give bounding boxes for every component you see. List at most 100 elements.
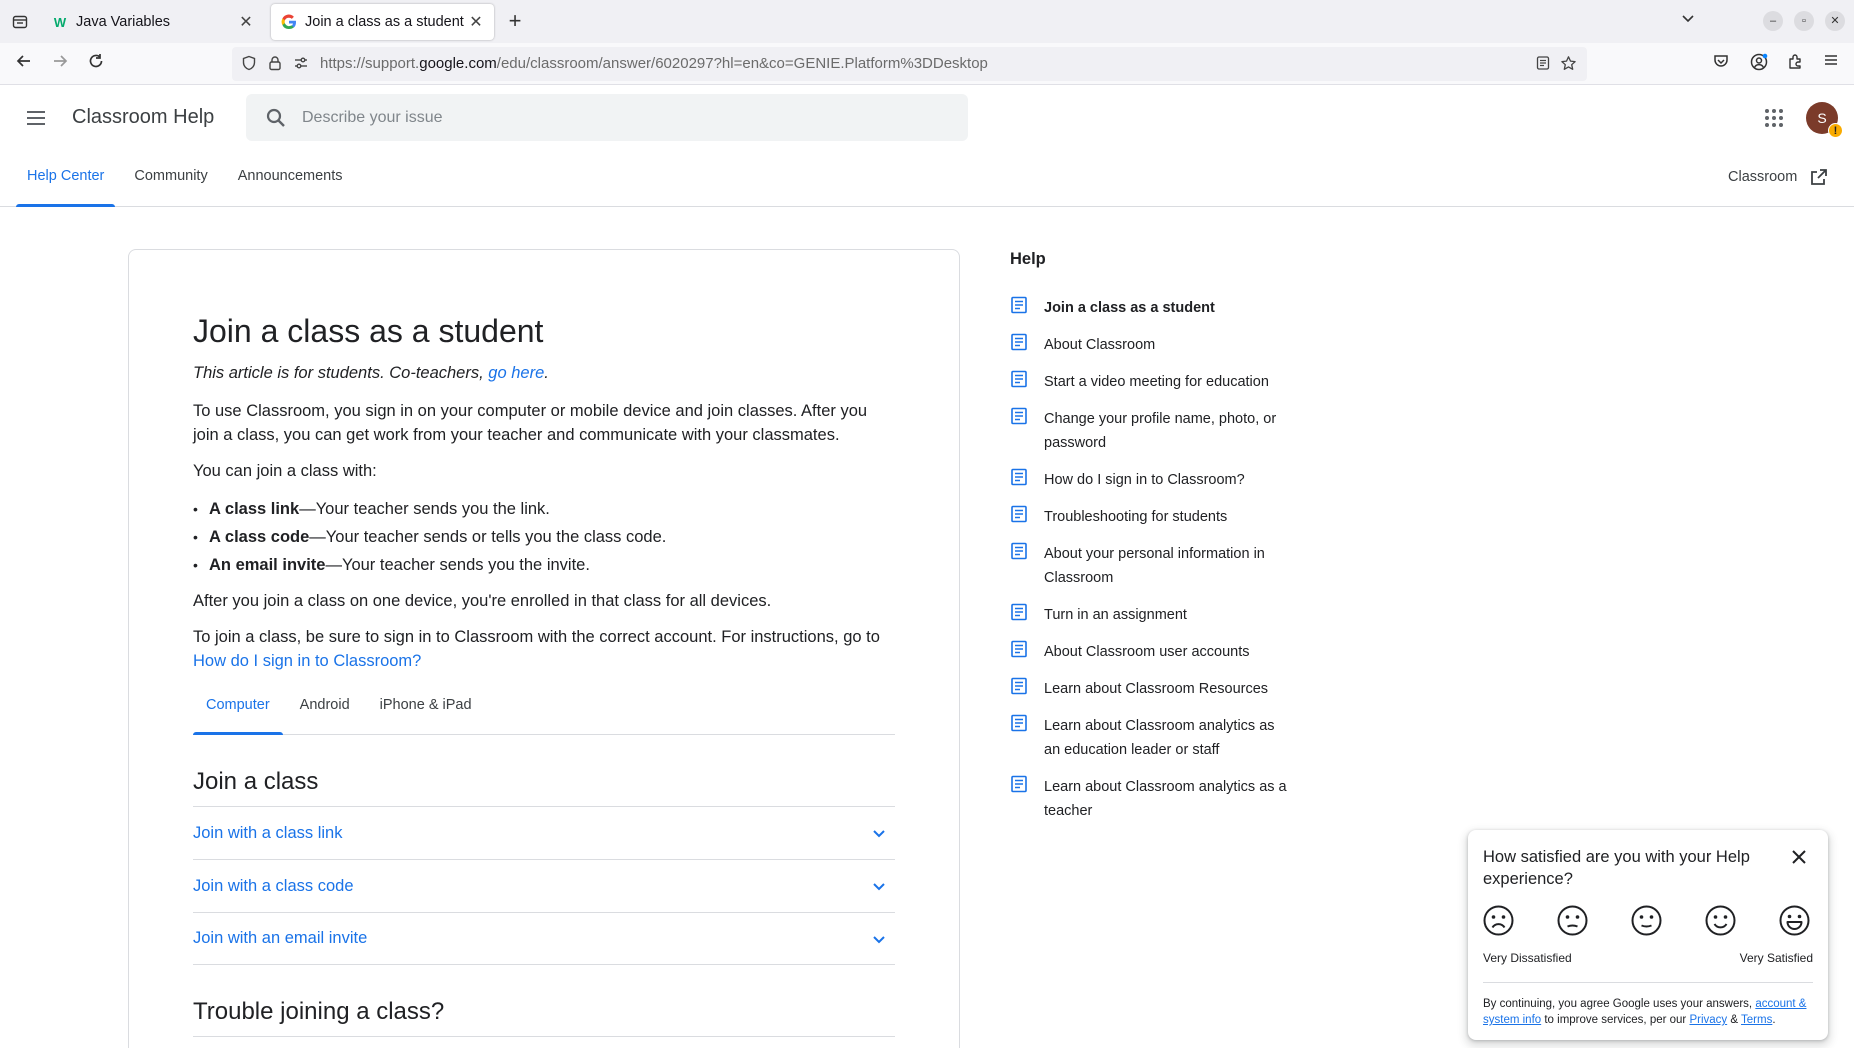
account-icon[interactable]	[1747, 52, 1771, 76]
tab-announcements[interactable]: Announcements	[227, 159, 354, 207]
sidebar-item-label: Learn about Classroom Resources	[1044, 681, 1269, 697]
search-icon[interactable]	[264, 106, 288, 130]
url-text[interactable]: https://support.google.com/edu/classroom…	[320, 55, 988, 72]
sign-in-help-link[interactable]: How do I sign in to Classroom?	[193, 652, 421, 670]
avatar[interactable]: S !	[1806, 102, 1843, 138]
satisfaction-survey: How satisfied are you with your Help exp…	[1468, 830, 1828, 1040]
tab-help-center[interactable]: Help Center	[16, 159, 116, 207]
sidebar-item-label: How do I sign in to Classroom?	[1044, 472, 1245, 488]
join-methods-list: A class link—Your teacher sends you the …	[193, 495, 895, 579]
reload-icon[interactable]	[84, 52, 108, 76]
accordion-join-with-email[interactable]: Join with an email invite	[193, 912, 895, 965]
browser-tab-join-class[interactable]: Join a class as a student - ✕	[271, 4, 494, 40]
sidebar-item[interactable]: Troubleshooting for students	[1010, 505, 1310, 529]
article-icon	[1010, 505, 1028, 523]
neutral-face-icon[interactable]	[1630, 904, 1663, 937]
sidebar-list: Join a class as a student About Classroom…	[1010, 296, 1310, 823]
privacy-link[interactable]: Privacy	[1689, 1014, 1727, 1026]
address-bar[interactable]: https://support.google.com/edu/classroom…	[232, 47, 1587, 81]
search-box[interactable]	[246, 94, 968, 141]
w3schools-favicon-icon: W	[53, 14, 67, 30]
sidebar-item[interactable]: Turn in an assignment	[1010, 603, 1310, 627]
section-divider	[193, 1036, 895, 1037]
sidebar-title: Help	[1010, 250, 1046, 268]
tab-android[interactable]: Android	[287, 688, 363, 734]
tab-title: Java Variables	[76, 14, 171, 30]
accordion-join-with-link[interactable]: Join with a class link	[193, 806, 895, 859]
sidebar-item-label: Learn about Classroom analytics as an ed…	[1044, 718, 1275, 758]
google-favicon-icon	[281, 14, 297, 30]
extensions-icon[interactable]	[1783, 52, 1807, 76]
open-external-icon	[1809, 167, 1829, 187]
help-center-header: Classroom Help S ! Help Center Community…	[0, 85, 1854, 207]
warning-badge-icon: !	[1828, 123, 1843, 138]
sidebar-item[interactable]: Learn about Classroom analytics as a tea…	[1010, 775, 1310, 823]
sidebar-item-label: About Classroom user accounts	[1044, 644, 1250, 660]
article-icon	[1010, 677, 1028, 695]
very-dissatisfied-face-icon[interactable]	[1482, 904, 1515, 937]
close-icon[interactable]	[1790, 848, 1808, 866]
sidebar-item[interactable]: How do I sign in to Classroom?	[1010, 468, 1310, 492]
lock-icon[interactable]	[266, 55, 284, 73]
restore-window-icon[interactable]: ▫	[1794, 11, 1814, 31]
url-domain: google.com	[419, 55, 497, 72]
sidebar-item[interactable]: Start a video meeting for education	[1010, 370, 1310, 394]
sidebar-item[interactable]: About your personal information in Class…	[1010, 542, 1310, 590]
bookmark-star-icon[interactable]	[1559, 55, 1577, 73]
tab-computer[interactable]: Computer	[193, 688, 283, 735]
tab-community[interactable]: Community	[123, 159, 218, 207]
satisfied-face-icon[interactable]	[1704, 904, 1737, 937]
article-icon	[1010, 714, 1028, 732]
close-window-icon[interactable]: ✕	[1825, 11, 1845, 31]
co-teacher-link[interactable]: go here	[488, 364, 544, 382]
back-icon[interactable]	[12, 52, 36, 76]
label-very-dissatisfied: Very Dissatisfied	[1483, 951, 1572, 965]
minimize-window-icon[interactable]: –	[1763, 11, 1783, 31]
article-title: Join a class as a student	[193, 313, 544, 349]
forward-icon[interactable]	[48, 52, 72, 76]
accordion-label: Join with an email invite	[193, 929, 368, 947]
sidebar-item[interactable]: Learn about Classroom analytics as an ed…	[1010, 714, 1310, 762]
sidebar-item[interactable]: About Classroom user accounts	[1010, 640, 1310, 664]
accordion-join-with-code[interactable]: Join with a class code	[193, 859, 895, 912]
sidebar-item[interactable]: Change your profile name, photo, or pass…	[1010, 407, 1310, 455]
permissions-icon[interactable]	[292, 55, 310, 73]
sidebar-item-label: Learn about Classroom analytics as a tea…	[1044, 779, 1287, 819]
list-item: A class link—Your teacher sends you the …	[193, 495, 895, 523]
sidebar-item[interactable]: About Classroom	[1010, 333, 1310, 357]
sidebar-item-label: Join a class as a student	[1044, 300, 1215, 316]
sidebar-item-label: Turn in an assignment	[1044, 607, 1187, 623]
paragraph-sign-in: To join a class, be sure to sign in to C…	[193, 628, 880, 670]
platform-tabs: Computer Android iPhone & iPad	[193, 688, 895, 735]
classroom-product-link[interactable]: Classroom	[1728, 167, 1829, 187]
accordion-label: Join with a class code	[193, 876, 354, 895]
close-tab-icon[interactable]: ✕	[238, 12, 254, 32]
tab-iphone-ipad[interactable]: iPhone & iPad	[367, 688, 485, 734]
main-menu-icon[interactable]	[24, 106, 48, 130]
tracking-protection-icon[interactable]	[240, 55, 258, 73]
article-intro: This article is for students. Co-teacher…	[193, 364, 549, 382]
browser-tab-java-variables[interactable]: W Java Variables ✕	[42, 4, 264, 40]
sidebar-item[interactable]: Learn about Classroom Resources	[1010, 677, 1310, 701]
terms-link[interactable]: Terms	[1741, 1014, 1772, 1026]
sidebar-item-label: Start a video meeting for education	[1044, 374, 1269, 390]
pocket-icon[interactable]	[1709, 52, 1733, 76]
google-apps-icon[interactable]	[1762, 106, 1786, 130]
sidebar-item[interactable]: Join a class as a student	[1010, 296, 1310, 320]
tab-list-icon[interactable]	[8, 10, 32, 34]
article-icon	[1010, 542, 1028, 560]
list-all-tabs-icon[interactable]	[1680, 10, 1696, 31]
list-item: A class code—Your teacher sends or tells…	[193, 523, 895, 551]
product-name[interactable]: Classroom Help	[72, 106, 214, 129]
app-menu-icon[interactable]	[1819, 52, 1843, 76]
dissatisfied-face-icon[interactable]	[1556, 904, 1589, 937]
very-satisfied-face-icon[interactable]	[1778, 904, 1811, 937]
product-link-label: Classroom	[1728, 169, 1798, 185]
avatar-initial: S	[1817, 110, 1827, 126]
search-input[interactable]	[302, 94, 942, 141]
close-tab-icon[interactable]: ✕	[468, 12, 484, 32]
article-icon	[1010, 468, 1028, 486]
reader-view-icon[interactable]	[1534, 55, 1552, 73]
new-tab-button[interactable]: +	[502, 8, 528, 34]
article-icon	[1010, 407, 1028, 425]
